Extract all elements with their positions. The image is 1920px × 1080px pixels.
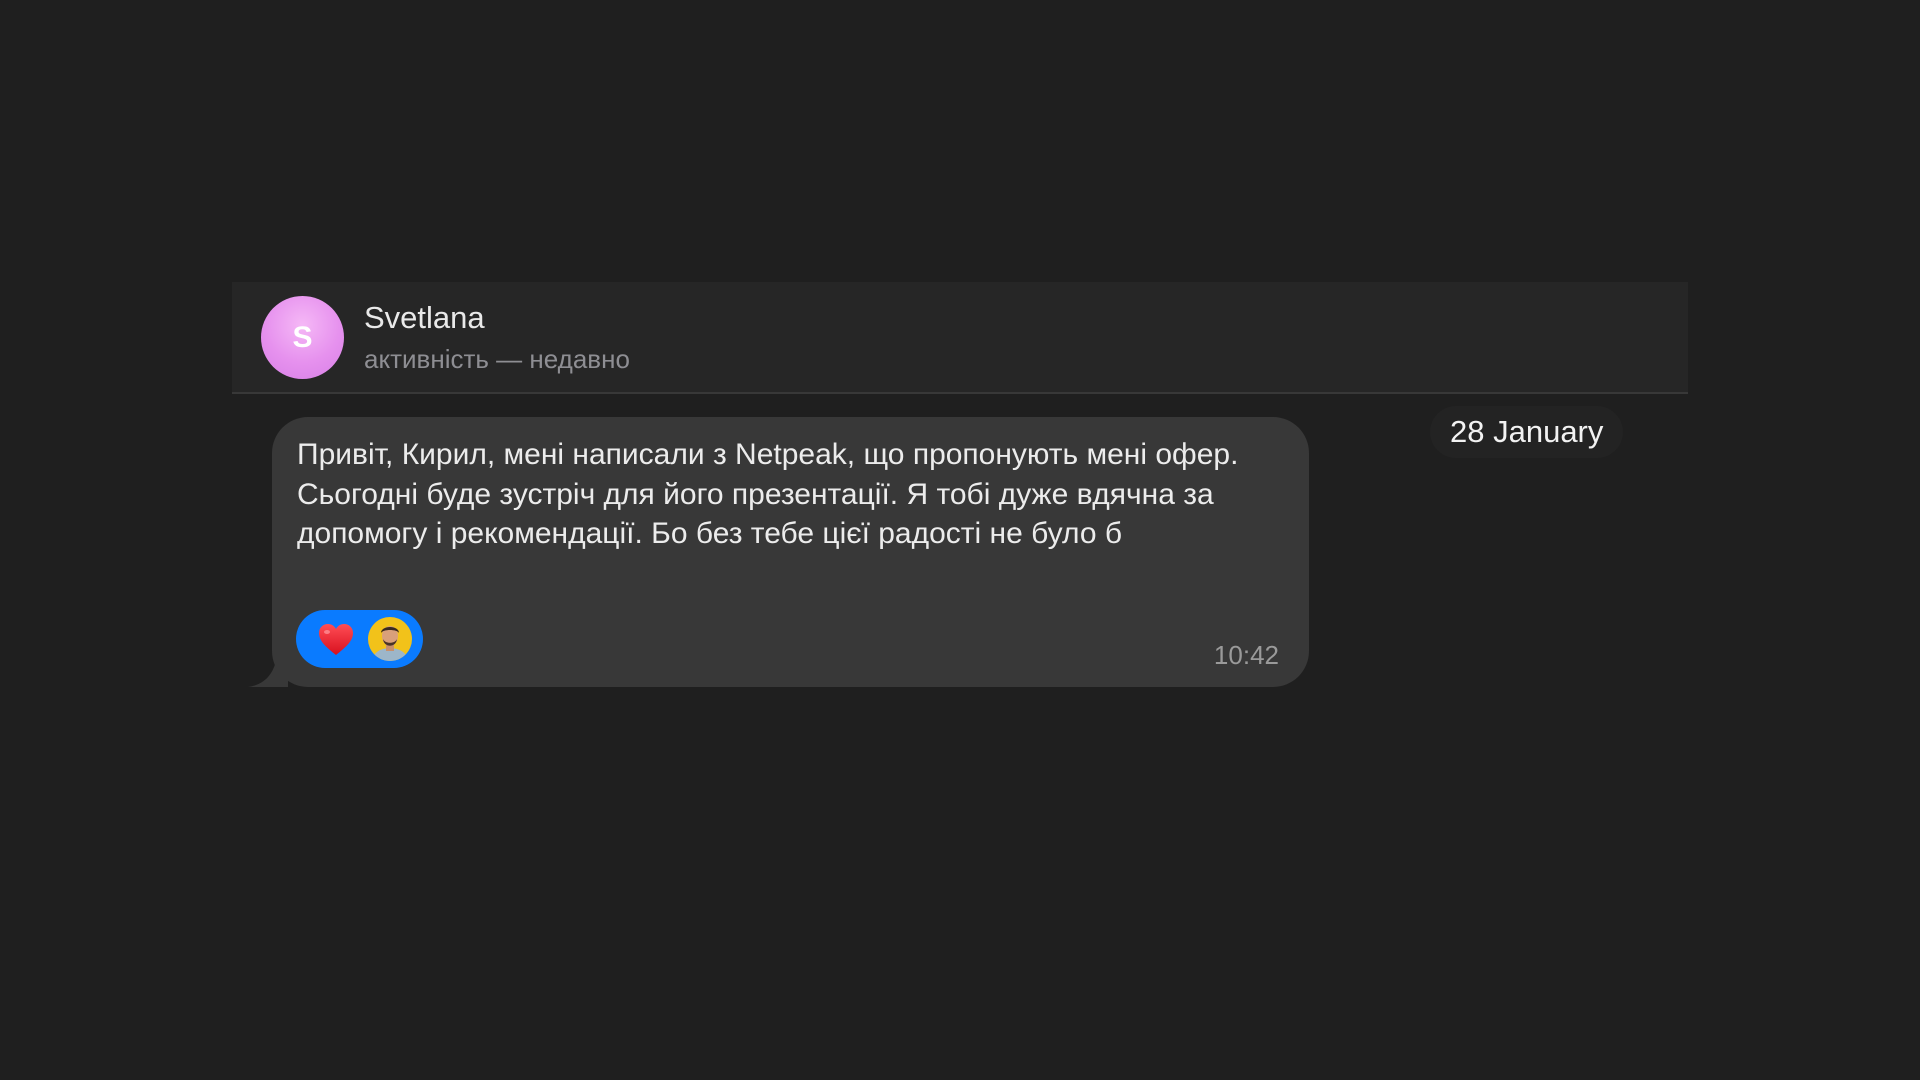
reaction-pill[interactable] bbox=[296, 610, 423, 668]
message-bubble[interactable]: Привіт, Кирил, мені написали з Netpeak, … bbox=[248, 417, 1309, 687]
message-text: Привіт, Кирил, мені написали з Netpeak, … bbox=[297, 438, 1239, 550]
contact-status: активність — недавно bbox=[364, 344, 630, 374]
reactor-avatar-icon[interactable] bbox=[368, 617, 412, 661]
contact-name[interactable]: Svetlana bbox=[364, 300, 485, 336]
message-timestamp: 10:42 bbox=[1213, 640, 1279, 670]
chat-header[interactable]: S Svetlana активність — недавно bbox=[232, 282, 1688, 394]
contact-avatar[interactable]: S bbox=[261, 296, 344, 379]
date-separator: 28 January bbox=[1430, 406, 1624, 458]
chat-panel: S Svetlana активність — недавно 28 Janua… bbox=[232, 282, 1688, 702]
bubble-tail bbox=[248, 657, 288, 687]
heart-icon bbox=[319, 624, 353, 655]
contact-avatar-initial: S bbox=[292, 320, 313, 354]
